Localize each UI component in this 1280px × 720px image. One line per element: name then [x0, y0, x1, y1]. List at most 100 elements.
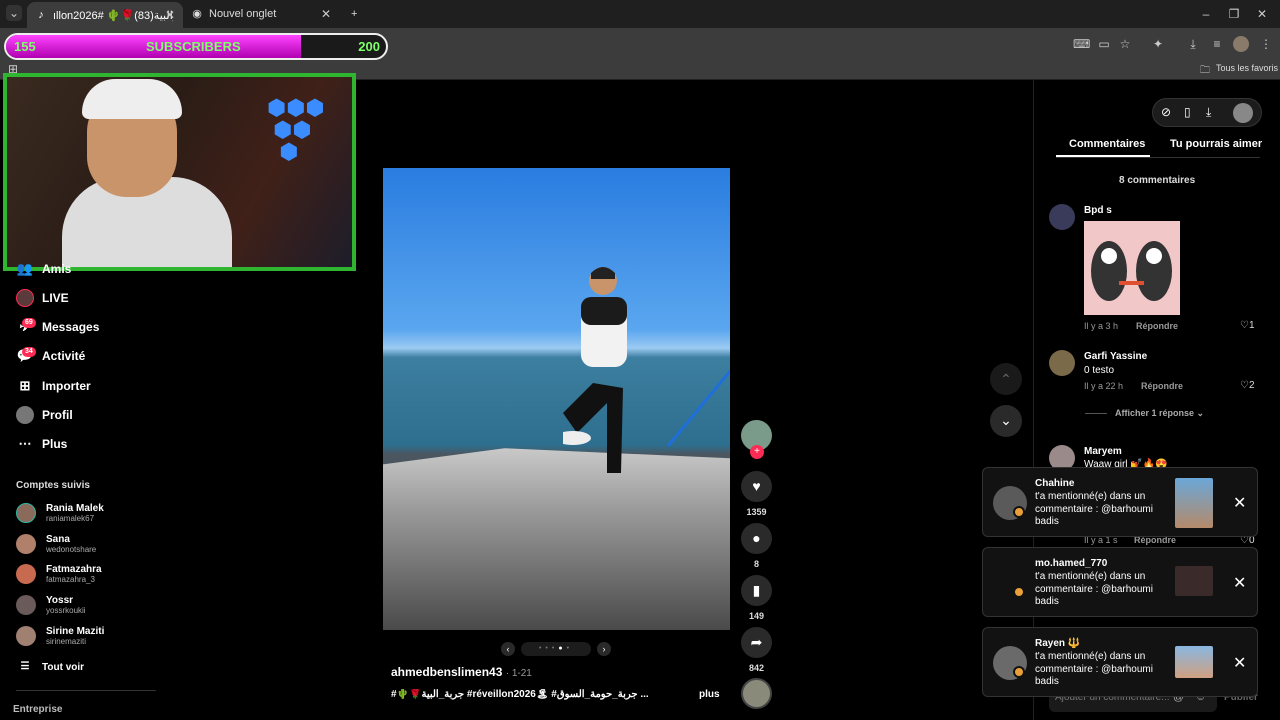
reply-link[interactable]: Répondre	[1136, 321, 1178, 331]
following-name: Sirine Maziti	[46, 626, 105, 637]
notification-toast[interactable]: Chahine t'a mentionné(e) dans un comment…	[982, 467, 1258, 537]
post-author[interactable]: ahmedbenslimen43 · 1-21	[391, 665, 532, 679]
show-replies-button[interactable]: Afficher 1 réponse ⌄	[1115, 408, 1204, 419]
replies-line	[1085, 413, 1107, 414]
subscriber-label: SUBSCRIBERS	[146, 39, 241, 54]
avatar	[16, 564, 36, 584]
explore-icon[interactable]: ⊘	[1161, 105, 1171, 119]
notification-thumbnail[interactable]	[1175, 478, 1213, 528]
nav-friends[interactable]: 👥 Amis	[16, 258, 71, 280]
following-item[interactable]: Sana wedonotshare	[16, 534, 96, 554]
user-avatar[interactable]	[1233, 103, 1253, 123]
device-icon[interactable]: ▯	[1184, 105, 1191, 119]
post-caption[interactable]: #🌵🌹جربة_البية #réveillon2026🏝 #جربة_حومة…	[391, 689, 681, 700]
hexagon-lights-icon: ⬢⬢⬢ ⬢⬢ ⬢	[267, 95, 325, 164]
following-item[interactable]: Fatmazahra fatmazahra_3	[16, 564, 102, 584]
tab-tiktok[interactable]: ♪ ıllon2026# 🌵🌹جربة_البية(83) ✕	[27, 2, 183, 28]
comment-author[interactable]: Bpd s	[1084, 205, 1112, 216]
chevron-down-icon: ⌄	[1196, 408, 1205, 418]
notification-thumbnail[interactable]	[1175, 646, 1213, 678]
download-icon[interactable]: ⤓	[1206, 105, 1211, 120]
following-handle: sirinemaziti	[46, 637, 87, 646]
heart-icon: ♥	[752, 478, 761, 494]
caption-more-link[interactable]: plus	[699, 689, 720, 700]
notification-name: mo.hamed_770	[1035, 558, 1108, 569]
boat-deck	[383, 448, 730, 630]
author-name: ahmedbenslimen43	[391, 665, 503, 679]
profile-avatar-icon[interactable]	[1233, 36, 1249, 52]
notification-toast[interactable]: mo.hamed_770 t'a mentionné(e) dans un co…	[982, 547, 1258, 617]
live-icon	[16, 289, 34, 307]
extensions-icon[interactable]: ✦	[1150, 36, 1166, 52]
close-icon[interactable]: ✕	[1233, 493, 1246, 513]
nav-live[interactable]: LIVE	[16, 287, 69, 309]
avatar[interactable]	[1049, 350, 1075, 376]
comment-author[interactable]: Maryem	[1084, 446, 1122, 457]
carousel-prev-button[interactable]: ‹	[501, 642, 515, 656]
heart-outline-icon: ♡	[1240, 320, 1249, 331]
avatar	[16, 503, 36, 523]
nav-label: Plus	[42, 437, 68, 451]
close-window-icon[interactable]: ✕	[1254, 6, 1270, 22]
comment-button[interactable]: ●	[741, 523, 772, 554]
close-icon[interactable]: ✕	[1233, 573, 1246, 593]
minimize-icon[interactable]: –	[1198, 6, 1214, 22]
mention-badge-icon	[1013, 586, 1025, 598]
close-icon[interactable]: ✕	[1233, 653, 1246, 673]
new-tab-button[interactable]: +	[343, 3, 363, 25]
nav-profile[interactable]: Profil	[16, 404, 73, 426]
heart-outline-icon: ♡	[1240, 380, 1249, 391]
close-tab-icon[interactable]: ✕	[321, 7, 331, 21]
tab-suggestions[interactable]: Tu pourrais aimer	[1170, 138, 1262, 150]
follow-plus-icon[interactable]: +	[750, 445, 764, 459]
scroll-up-button[interactable]: ⌃	[990, 363, 1022, 395]
close-tab-icon[interactable]: ✕	[165, 8, 175, 22]
footer-enterprise[interactable]: Entreprise	[13, 704, 62, 715]
divider	[16, 690, 156, 691]
show-replies-label: Afficher 1 réponse	[1115, 408, 1195, 418]
following-item[interactable]: Sirine Maziti sirinemaziti	[16, 626, 104, 646]
share-icon: ➦	[750, 634, 763, 650]
cast-icon[interactable]: ▭	[1096, 36, 1112, 52]
nav-more[interactable]: ⋯ Plus	[16, 433, 68, 455]
share-button[interactable]: ➦	[741, 627, 772, 658]
following-name: Fatmazahra	[46, 564, 102, 575]
restore-icon[interactable]: ❐	[1226, 6, 1242, 22]
menu-icon[interactable]: ⋮	[1258, 36, 1274, 52]
following-item[interactable]: Yossr yossrkoukii	[16, 595, 86, 615]
following-name: Yossr	[46, 595, 74, 606]
following-handle: raniamalek67	[46, 514, 95, 523]
avatar	[16, 626, 36, 646]
download-icon[interactable]: ⤓	[1185, 36, 1201, 52]
media-icon[interactable]: ≡	[1209, 36, 1225, 52]
nav-upload[interactable]: ⊞ Importer	[16, 375, 91, 397]
comment-like-count: 2	[1248, 380, 1255, 391]
sound-avatar[interactable]	[741, 678, 772, 709]
tab-list-icon[interactable]: ⌄	[6, 5, 22, 21]
reply-link[interactable]: Répondre	[1141, 381, 1183, 391]
see-all-link[interactable]: ☰ Tout voir	[16, 656, 85, 678]
post-image[interactable]	[383, 168, 730, 630]
notification-toast[interactable]: Rayen 🔱 t'a mentionné(e) dans un comment…	[982, 627, 1258, 697]
translate-icon[interactable]: ⌨	[1073, 36, 1090, 52]
save-count: 149	[748, 611, 765, 621]
avatar	[16, 595, 36, 615]
avatar[interactable]	[1049, 204, 1075, 230]
comment-like[interactable]: ♡2	[1240, 380, 1255, 391]
tab-new[interactable]: ◉ Nouvel onglet ✕	[183, 3, 339, 25]
comment-author[interactable]: Garfi Yassine	[1084, 351, 1147, 362]
following-item[interactable]: Rania Malek raniamalek67	[16, 503, 104, 523]
star-icon[interactable]: ☆	[1117, 36, 1133, 52]
save-button[interactable]: ▮	[741, 575, 772, 606]
carousel-next-button[interactable]: ›	[597, 642, 611, 656]
all-bookmarks-label[interactable]: Tous les favoris	[1216, 63, 1278, 73]
notification-thumbnail[interactable]	[1175, 566, 1213, 596]
scroll-down-button[interactable]: ⌄	[990, 405, 1022, 437]
post-date: 1-21	[511, 668, 532, 679]
tab-comments[interactable]: Commentaires	[1069, 138, 1145, 150]
comment-like[interactable]: ♡1	[1240, 320, 1255, 331]
notification-text: t'a mentionné(e) dans un commentaire : @…	[1035, 571, 1153, 607]
like-button[interactable]: ♥	[741, 471, 772, 502]
list-icon: ☰	[20, 661, 30, 672]
comment-count: 8	[753, 559, 759, 569]
